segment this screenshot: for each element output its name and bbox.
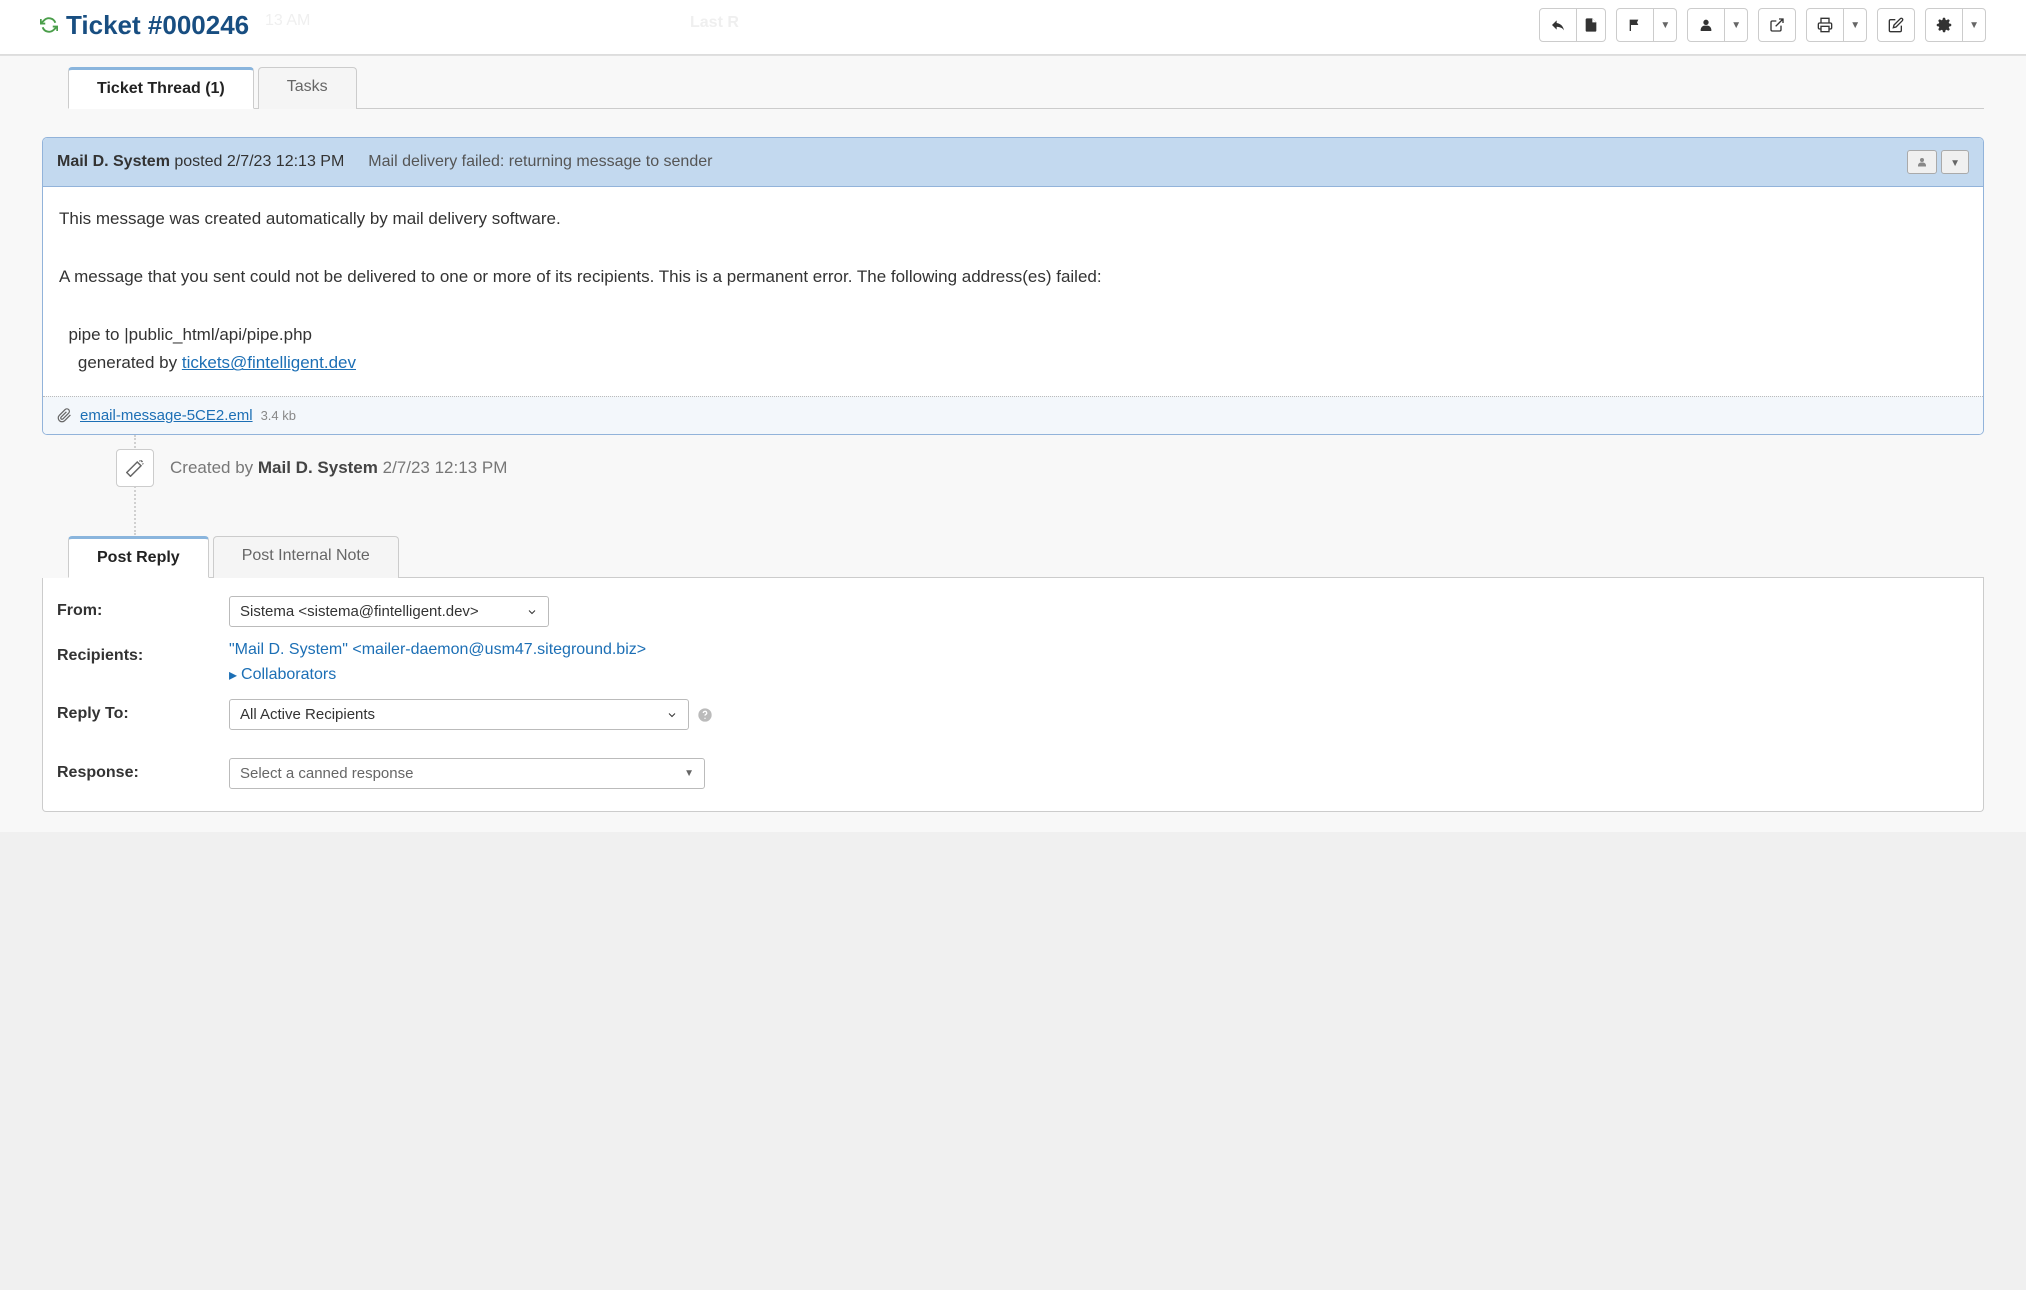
ghost-last-text: Last R bbox=[690, 14, 739, 32]
caret-right-icon: ▸ bbox=[229, 665, 237, 685]
chevron-down-icon bbox=[526, 606, 538, 618]
wand-icon bbox=[116, 449, 154, 487]
chevron-down-icon bbox=[666, 709, 678, 721]
timeline-creator: Mail D. System bbox=[258, 458, 378, 477]
recipients-value: "Mail D. System" <mailer-daemon@usm47.si… bbox=[229, 641, 1969, 659]
settings-button[interactable] bbox=[1925, 8, 1963, 42]
collaborators-link[interactable]: ▸ Collaborators bbox=[229, 665, 336, 685]
poster-name: Mail D. System bbox=[57, 153, 170, 170]
ghost-time-text: 13 AM bbox=[265, 12, 310, 30]
print-dropdown[interactable]: ▼ bbox=[1844, 8, 1867, 42]
timeline: Created by Mail D. System 2/7/23 12:13 P… bbox=[134, 435, 1984, 535]
flag-button[interactable] bbox=[1616, 8, 1654, 42]
user-button[interactable] bbox=[1687, 8, 1725, 42]
transfer-button[interactable] bbox=[1758, 8, 1796, 42]
note-button[interactable] bbox=[1577, 8, 1606, 42]
tab-tasks[interactable]: Tasks bbox=[258, 67, 357, 109]
attachment-size: 3.4 kb bbox=[261, 408, 296, 423]
print-button[interactable] bbox=[1806, 8, 1844, 42]
generated-by-email-link[interactable]: tickets@fintelligent.dev bbox=[182, 353, 356, 372]
response-label: Response: bbox=[57, 758, 229, 782]
user-dropdown[interactable]: ▼ bbox=[1725, 8, 1748, 42]
caret-down-icon: ▼ bbox=[684, 768, 694, 779]
reply-panel: From: Sistema <sistema@fintelligent.dev>… bbox=[42, 578, 1984, 812]
thread-entry: Mail D. System posted 2/7/23 12:13 PM Ma… bbox=[42, 137, 1984, 435]
entry-subject: Mail delivery failed: returning message … bbox=[368, 153, 712, 171]
body-line1: This message was created automatically b… bbox=[59, 205, 1967, 234]
entry-user-button[interactable] bbox=[1907, 150, 1937, 174]
from-label: From: bbox=[57, 596, 229, 620]
reply-tabs: Post Reply Post Internal Note bbox=[68, 535, 1984, 578]
tab-post-reply[interactable]: Post Reply bbox=[68, 536, 209, 578]
reply-to-select[interactable]: All Active Recipients bbox=[229, 699, 689, 730]
tab-post-note[interactable]: Post Internal Note bbox=[213, 536, 399, 578]
entry-body: This message was created automatically b… bbox=[43, 187, 1983, 396]
entry-header: Mail D. System posted 2/7/23 12:13 PM Ma… bbox=[43, 138, 1983, 187]
timeline-event-created: Created by Mail D. System 2/7/23 12:13 P… bbox=[116, 449, 1984, 487]
timeline-text: Created by Mail D. System 2/7/23 12:13 P… bbox=[170, 458, 507, 478]
edit-button[interactable] bbox=[1877, 8, 1915, 42]
from-select[interactable]: Sistema <sistema@fintelligent.dev> bbox=[229, 596, 549, 627]
refresh-icon[interactable] bbox=[40, 16, 58, 34]
reply-to-label: Reply To: bbox=[57, 699, 229, 723]
recipients-label: Recipients: bbox=[57, 641, 229, 665]
posted-text: posted 2/7/23 12:13 PM bbox=[170, 153, 344, 170]
settings-dropdown[interactable]: ▼ bbox=[1963, 8, 1986, 42]
tab-thread[interactable]: Ticket Thread (1) bbox=[68, 67, 254, 109]
canned-response-select[interactable]: Select a canned response ▼ bbox=[229, 758, 705, 789]
body-gen: generated by tickets@fintelligent.dev bbox=[59, 349, 1967, 378]
reply-button[interactable] bbox=[1539, 8, 1577, 42]
body-line2: A message that you sent could not be del… bbox=[59, 263, 1967, 292]
page-title: Ticket #000246 bbox=[66, 10, 249, 41]
toolbar: ▼ ▼ ▼ bbox=[1539, 8, 1986, 42]
main-tabs: Ticket Thread (1) Tasks bbox=[68, 66, 1984, 109]
body-pipe: pipe to |public_html/api/pipe.php bbox=[59, 321, 1967, 350]
help-icon[interactable] bbox=[697, 707, 713, 723]
attachment-bar: email-message-5CE2.eml 3.4 kb bbox=[43, 396, 1983, 434]
entry-more-dropdown[interactable]: ▼ bbox=[1941, 150, 1969, 174]
timeline-time: 2/7/23 12:13 PM bbox=[378, 458, 507, 477]
poster-line: Mail D. System posted 2/7/23 12:13 PM bbox=[57, 153, 344, 171]
attachment-link[interactable]: email-message-5CE2.eml bbox=[80, 407, 253, 424]
flag-dropdown[interactable]: ▼ bbox=[1654, 8, 1677, 42]
ticket-header: Ticket #000246 13 AM Last R ▼ bbox=[0, 0, 2026, 54]
paperclip-icon bbox=[57, 408, 72, 423]
